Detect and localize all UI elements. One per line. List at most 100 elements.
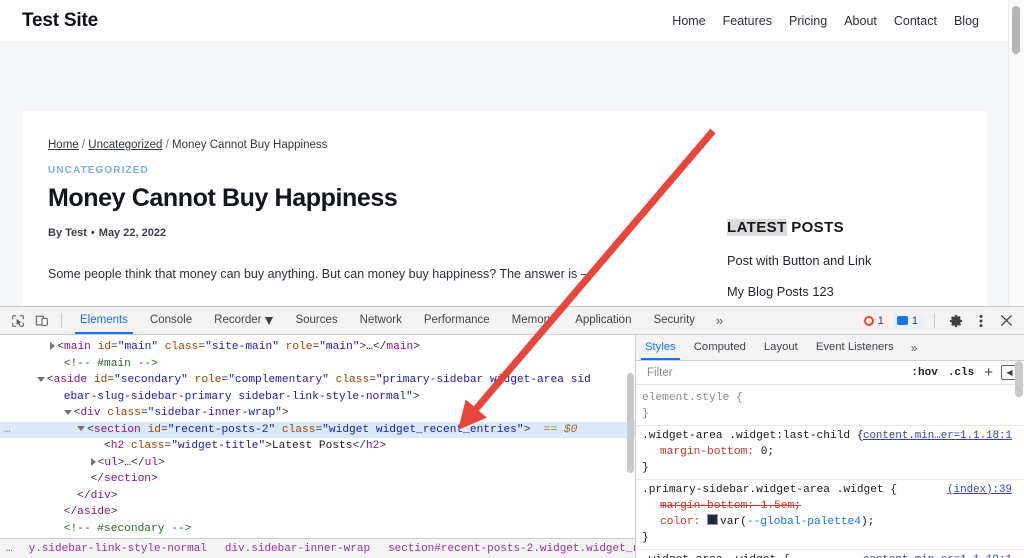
nav-link-home[interactable]: Home bbox=[672, 14, 705, 28]
gear-icon[interactable] bbox=[945, 310, 967, 332]
tab-event-listeners[interactable]: Event Listeners bbox=[807, 335, 903, 360]
breadcrumb-category[interactable]: Uncategorized bbox=[88, 139, 162, 151]
list-item[interactable]: My Blog Posts 123 bbox=[727, 284, 1017, 299]
breadcrumb-node-1[interactable]: y.sidebar-link-style-normal bbox=[20, 541, 216, 558]
dom-node-selected[interactable]: … <section id="recent-posts-2" class="wi… bbox=[0, 422, 635, 439]
chevron-down-icon[interactable] bbox=[64, 410, 72, 415]
tab-memory[interactable]: Memory bbox=[501, 307, 565, 334]
styles-rules-list[interactable]: element.style {}content.min…er=1.1.18:1.… bbox=[636, 385, 1024, 558]
error-count-badge[interactable]: 1 bbox=[860, 314, 890, 328]
dom-token-tag: section bbox=[104, 473, 151, 485]
dom-node[interactable]: </div> bbox=[0, 488, 635, 505]
recent-post-link[interactable]: Post with Button and Link bbox=[727, 253, 871, 268]
new-style-rule-button[interactable]: + bbox=[982, 364, 995, 381]
dom-token-val: "widget-title" bbox=[171, 440, 265, 452]
cls-button[interactable]: .cls bbox=[946, 367, 976, 379]
chevron-down-icon[interactable] bbox=[37, 377, 45, 382]
dom-tree-pane[interactable]: <main id="main" class="site-main" role="… bbox=[0, 335, 635, 558]
css-rule[interactable]: (index):39.primary-sidebar.widget-area .… bbox=[636, 480, 1024, 550]
chevron-right-icon[interactable] bbox=[91, 458, 96, 466]
css-property-value[interactable]: 1.5em; bbox=[761, 500, 801, 512]
css-property-name[interactable]: color: bbox=[642, 516, 707, 528]
dom-token-attr: class bbox=[101, 407, 141, 419]
tab-label: Layout bbox=[764, 341, 798, 353]
breadcrumb-home[interactable]: Home bbox=[48, 139, 79, 151]
scrollbar-thumb[interactable] bbox=[1012, 6, 1020, 54]
dom-token-punct: </ bbox=[77, 490, 90, 502]
styles-filter-input[interactable]: Filter bbox=[640, 367, 903, 379]
dom-node[interactable]: <ul>…</ul> bbox=[0, 455, 635, 472]
css-rule[interactable]: element.style {} bbox=[636, 388, 1024, 426]
dom-breadcrumb-bar[interactable]: …y.sidebar-link-style-normaldiv.sidebar-… bbox=[0, 538, 635, 558]
tab-console[interactable]: Console bbox=[139, 307, 203, 334]
tab-application[interactable]: Application bbox=[564, 307, 642, 334]
dom-node[interactable]: <h2 class="widget-title">Latest Posts</h… bbox=[0, 438, 635, 455]
list-item[interactable]: Post with Button and Link bbox=[727, 253, 1017, 268]
css-rule[interactable]: content.min…er=1.1.18:1.widget-area .wid… bbox=[636, 426, 1024, 480]
breadcrumb-node-2[interactable]: div.sidebar-inner-wrap bbox=[216, 541, 379, 558]
tab-computed[interactable]: Computed bbox=[685, 335, 755, 360]
twisty-spacer bbox=[64, 490, 77, 502]
page-vertical-scrollbar[interactable] bbox=[1008, 0, 1024, 306]
chevron-down-icon[interactable] bbox=[77, 426, 85, 431]
css-property-value[interactable]: var(--global-palette4); bbox=[720, 516, 874, 528]
dom-token-attr: class bbox=[158, 341, 198, 353]
nav-link-features[interactable]: Features bbox=[723, 14, 772, 28]
css-rule[interactable]: content.min…er=1.1.19:1.widget-area .wid… bbox=[636, 550, 1024, 558]
tab-elements[interactable]: Elements bbox=[69, 307, 139, 334]
message-count-badge[interactable]: 1 bbox=[893, 314, 924, 328]
dom-node[interactable]: <!-- #main --> bbox=[0, 356, 635, 373]
css-property-name[interactable]: margin-bottom: bbox=[642, 500, 761, 512]
tab-performance[interactable]: Performance bbox=[413, 307, 501, 334]
css-declaration[interactable]: margin-bottom: 1.5em; bbox=[642, 498, 1018, 514]
css-var-link[interactable]: --global-palette4 bbox=[747, 516, 861, 528]
tab-sources[interactable]: Sources bbox=[284, 307, 348, 334]
breadcrumb-node-3[interactable]: section#recent-posts-2.widget.widget_rec… bbox=[379, 541, 635, 558]
dom-node[interactable]: <main id="main" class="site-main" role="… bbox=[0, 339, 635, 356]
nav-link-blog[interactable]: Blog bbox=[954, 14, 979, 28]
nav-link-contact[interactable]: Contact bbox=[894, 14, 937, 28]
dom-node[interactable]: </section> bbox=[0, 471, 635, 488]
article: Home / Uncategorized / Money Cannot Buy … bbox=[48, 139, 678, 296]
tab-network[interactable]: Network bbox=[349, 307, 413, 334]
dom-node[interactable]: <!-- #secondary --> bbox=[0, 521, 635, 538]
tab-overflow-button[interactable]: » bbox=[706, 313, 733, 328]
dom-token-val: ebar-slug-sidebar-primary sidebar-link-s… bbox=[64, 391, 413, 403]
css-rule-origin-link[interactable]: content.min…er=1.1.19:1 bbox=[863, 552, 1012, 558]
inspect-element-icon[interactable] bbox=[6, 309, 30, 333]
tab-security[interactable]: Security bbox=[642, 307, 706, 334]
tab-recorder[interactable]: Recorder bbox=[203, 307, 284, 334]
more-options-icon[interactable] bbox=[970, 310, 992, 332]
tab-layout[interactable]: Layout bbox=[755, 335, 807, 360]
css-selector[interactable]: element.style { bbox=[642, 390, 1018, 406]
close-icon[interactable] bbox=[995, 310, 1017, 332]
breadcrumb-overflow[interactable]: … bbox=[0, 541, 20, 558]
recent-post-link[interactable]: My Blog Posts 123 bbox=[727, 284, 834, 299]
nav-link-about[interactable]: About bbox=[844, 14, 877, 28]
styles-scrollbar[interactable] bbox=[1015, 361, 1023, 397]
css-rule-origin-link[interactable]: content.min…er=1.1.18:1 bbox=[863, 428, 1012, 444]
color-swatch[interactable] bbox=[707, 514, 718, 525]
dom-node[interactable]: <aside id="secondary" role="complementar… bbox=[0, 372, 635, 389]
hov-button[interactable]: :hov bbox=[909, 367, 939, 379]
dom-token-tag: div bbox=[91, 490, 111, 502]
widget-title-highlight: LATEST bbox=[727, 219, 787, 236]
device-toolbar-icon[interactable] bbox=[30, 309, 54, 333]
chevron-right-icon[interactable] bbox=[50, 342, 55, 350]
styles-tab-overflow-button[interactable]: » bbox=[903, 341, 926, 355]
css-rule-origin-link[interactable]: (index):39 bbox=[947, 482, 1012, 498]
dom-node[interactable]: </aside> bbox=[0, 504, 635, 521]
css-property-name[interactable]: margin-bottom: bbox=[642, 446, 761, 458]
dom-tree[interactable]: <main id="main" class="site-main" role="… bbox=[0, 335, 635, 554]
dom-node[interactable]: <div class="sidebar-inner-wrap"> bbox=[0, 405, 635, 422]
dom-node[interactable]: ebar-slug-sidebar-primary sidebar-link-s… bbox=[0, 389, 635, 406]
tab-styles[interactable]: Styles bbox=[636, 335, 685, 360]
css-property-value[interactable]: 0; bbox=[761, 446, 774, 458]
nav-link-pricing[interactable]: Pricing bbox=[789, 14, 827, 28]
scrollbar-thumb[interactable] bbox=[627, 373, 634, 473]
dom-tree-scrollbar[interactable] bbox=[626, 335, 635, 558]
css-declaration[interactable]: color: var(--global-palette4); bbox=[642, 514, 1018, 530]
post-category-label[interactable]: UNCATEGORIZED bbox=[48, 165, 678, 176]
dom-token-tag: h2 bbox=[111, 440, 124, 452]
css-declaration[interactable]: margin-bottom: 0; bbox=[642, 444, 1018, 460]
